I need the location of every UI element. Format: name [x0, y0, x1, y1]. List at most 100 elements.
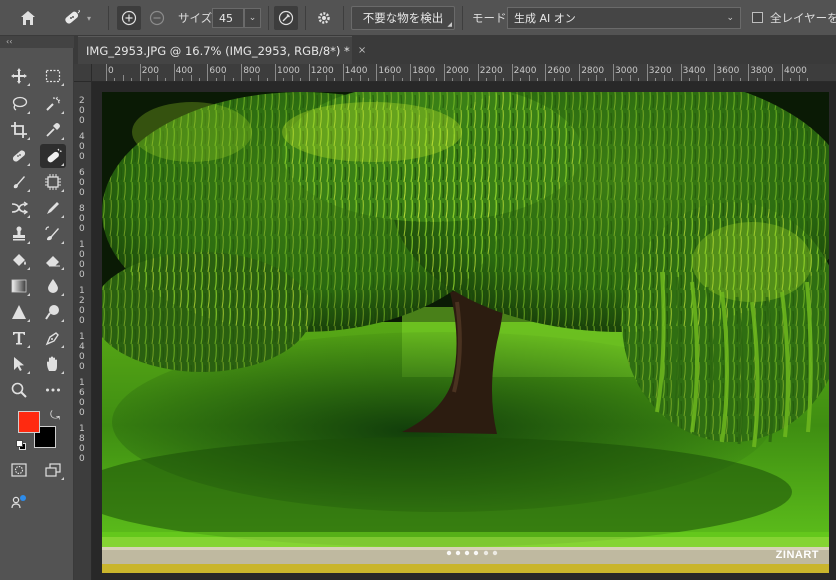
ruler-minor-tick	[258, 75, 260, 81]
document-image[interactable]: ZINART	[102, 92, 829, 573]
ruler-label: 4	[79, 132, 85, 142]
ruler-label: 0	[79, 142, 85, 152]
ruler-minor-tick	[672, 78, 674, 81]
blur-tool[interactable]	[40, 274, 66, 298]
ruler-minor-tick	[722, 78, 724, 81]
ruler-minor-tick	[739, 78, 741, 81]
ruler-label: 0	[79, 178, 85, 188]
pencil-tool[interactable]	[40, 196, 66, 220]
eraser-icon	[46, 256, 60, 267]
history-brush-icon	[45, 226, 59, 241]
share-for-review-button[interactable]	[6, 490, 32, 514]
hand-tool[interactable]	[40, 352, 66, 376]
ruler-label: 1	[79, 378, 85, 388]
ruler-minor-tick	[427, 75, 429, 81]
ruler-minor-tick	[334, 78, 336, 81]
ruler-minor-tick	[401, 78, 403, 81]
crop-tool[interactable]	[6, 118, 32, 142]
object-selection-tool[interactable]	[40, 92, 66, 116]
size-dropdown-button[interactable]: ⌄	[244, 8, 261, 28]
generative-tool[interactable]	[40, 170, 66, 194]
ruler-label: 2600	[547, 66, 571, 76]
home-button[interactable]	[14, 6, 42, 30]
ruler-tick	[342, 64, 344, 81]
ruler-origin[interactable]	[74, 64, 92, 82]
ruler-minor-tick	[604, 78, 606, 81]
crop-icon	[11, 122, 27, 138]
path-selection-tool[interactable]	[6, 352, 32, 376]
screen-mode-button[interactable]	[40, 458, 66, 482]
ruler-label: 4000	[784, 66, 807, 76]
swap-colors-icon[interactable]: ⤿	[50, 408, 60, 423]
ruler-minor-tick	[283, 78, 285, 81]
lasso-tool[interactable]	[6, 92, 32, 116]
ruler-label: 0	[79, 316, 85, 326]
zoom-tool[interactable]	[6, 378, 32, 402]
eraser-tool[interactable]	[40, 248, 66, 272]
quick-mask-button[interactable]	[6, 458, 32, 482]
ruler-minor-tick	[621, 78, 623, 81]
mode-select[interactable]: 生成 AI オン ⌄	[507, 7, 741, 29]
gradient-tool[interactable]	[6, 274, 32, 298]
remove-tool[interactable]	[40, 144, 66, 168]
subtract-mode-button[interactable]	[145, 6, 169, 30]
dodge-tool[interactable]	[40, 300, 66, 324]
brush-icon	[13, 176, 25, 189]
ruler-minor-tick	[731, 75, 733, 81]
clone-stamp-tool[interactable]	[6, 222, 32, 246]
share-people-icon	[11, 495, 26, 509]
tool-preset-picker[interactable]: ▾	[52, 6, 100, 30]
ruler-minor-tick	[114, 78, 116, 81]
size-input[interactable]: 45	[212, 8, 244, 28]
ruler-label: 0	[79, 362, 85, 372]
edit-toolbar-button[interactable]	[40, 378, 66, 402]
magnifier-icon	[11, 382, 27, 398]
ruler-minor-tick	[663, 75, 665, 81]
collapse-toolbar-button[interactable]: ‹‹	[0, 36, 74, 48]
ruler-label: 2000	[446, 66, 469, 76]
canvas-area[interactable]: ZINART	[92, 82, 836, 580]
ruler-minor-tick	[224, 75, 226, 81]
pencil-brush-icon	[47, 202, 59, 214]
sharpen-tool[interactable]	[6, 300, 32, 324]
ruler-label: 0	[79, 250, 85, 260]
ruler-tick	[511, 64, 513, 81]
vertical-ruler[interactable]: 20040060080010001200140016001800	[74, 82, 92, 580]
rectangular-marquee-tool[interactable]	[40, 64, 66, 88]
default-colors-icon[interactable]	[16, 440, 26, 450]
ruler-minor-tick	[807, 78, 809, 81]
stamp-icon	[13, 226, 25, 241]
ruler-minor-tick	[384, 78, 386, 81]
horizontal-ruler[interactable]: 0 200 400 600 800 1000 1200 1400 1600 1800 2000 220…	[74, 64, 836, 82]
more-dots-icon	[46, 388, 60, 392]
document-tab[interactable]: IMG_2953.JPG @ 16.7% (IMG_2953, RGB/8*) …	[78, 36, 366, 64]
ruler-minor-tick	[393, 75, 395, 81]
settings-button[interactable]	[312, 6, 336, 30]
eyedropper-tool[interactable]	[40, 118, 66, 142]
detect-distractions-button[interactable]: 不要な物を検出 ◢	[351, 6, 455, 30]
add-mode-button[interactable]	[117, 6, 141, 30]
type-tool[interactable]	[6, 326, 32, 350]
ruler-tick	[477, 64, 479, 81]
foreground-color-swatch[interactable]	[18, 411, 40, 433]
ruler-label: 8	[79, 204, 85, 214]
quick-mask-icon	[11, 463, 27, 477]
home-icon	[21, 11, 35, 25]
spot-healing-brush-tool[interactable]	[6, 144, 32, 168]
content-aware-move-tool[interactable]	[6, 196, 32, 220]
pressure-size-button[interactable]	[274, 6, 298, 30]
ruler-tick	[410, 64, 412, 81]
ruler-minor-tick	[351, 78, 353, 81]
history-brush-tool[interactable]	[40, 222, 66, 246]
brush-tool[interactable]	[6, 170, 32, 194]
ruler-tick	[545, 64, 547, 81]
pressure-pen-icon	[278, 10, 294, 26]
paint-bucket-tool[interactable]	[6, 248, 32, 272]
ruler-minor-tick	[469, 78, 471, 81]
pen-tool[interactable]	[40, 326, 66, 350]
move-tool[interactable]	[6, 64, 32, 88]
close-icon[interactable]: ×	[358, 45, 366, 56]
all-layers-checkbox[interactable]	[752, 12, 763, 23]
chevron-down-icon: ▾	[86, 13, 91, 23]
ruler-minor-tick	[570, 78, 572, 81]
